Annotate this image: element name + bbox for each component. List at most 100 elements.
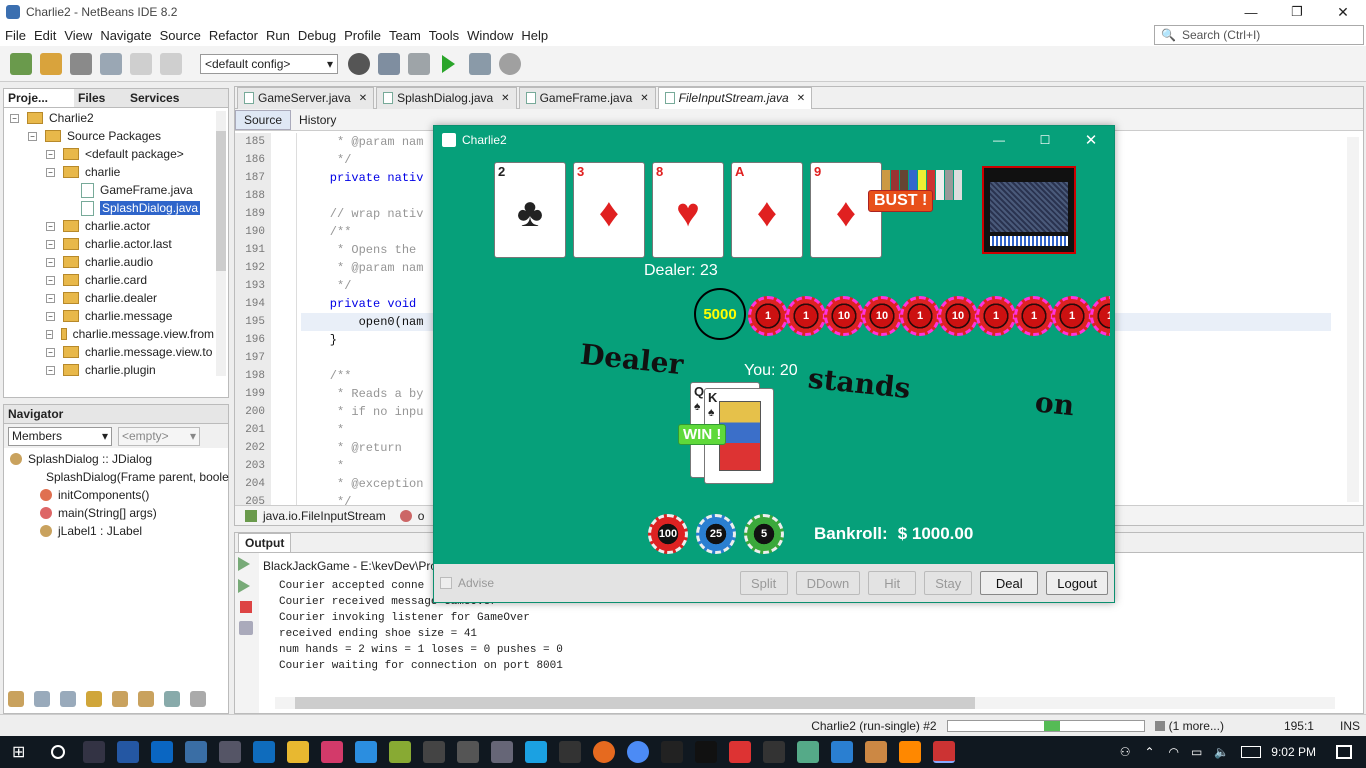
notifications-icon[interactable] bbox=[1336, 745, 1352, 759]
output-tab[interactable]: Output bbox=[238, 532, 292, 553]
tree-item[interactable]: GameFrame.java bbox=[4, 181, 214, 199]
menu-tools[interactable]: Tools bbox=[429, 28, 459, 43]
menu-source[interactable]: Source bbox=[160, 28, 201, 43]
chip-25[interactable]: 25 bbox=[696, 514, 736, 554]
chevron-up-icon[interactable]: ⌃ bbox=[1144, 745, 1154, 759]
code-line[interactable]: * bbox=[301, 457, 1331, 475]
expand-icon[interactable]: − bbox=[46, 257, 55, 267]
expand-icon[interactable]: − bbox=[46, 275, 55, 285]
save-all-icon[interactable] bbox=[100, 52, 122, 75]
navigator-item[interactable]: main(String[] args) bbox=[4, 504, 228, 522]
close-tab-icon[interactable]: ✕ bbox=[797, 93, 805, 104]
close-button[interactable]: ✕ bbox=[1320, 4, 1366, 21]
navigator-item[interactable]: SplashDialog(Frame parent, boole bbox=[4, 468, 229, 486]
tree-item[interactable]: − charlie.actor.last bbox=[4, 235, 214, 253]
filter-icon[interactable] bbox=[138, 691, 154, 707]
code-line[interactable]: * if no inpu bbox=[301, 403, 1331, 421]
code-line[interactable]: /** bbox=[301, 367, 1331, 385]
deal-button[interactable]: Deal bbox=[980, 571, 1039, 595]
menu-edit[interactable]: Edit bbox=[34, 28, 56, 43]
keyboard-icon[interactable] bbox=[1241, 746, 1262, 758]
minimize-button[interactable]: — bbox=[1228, 5, 1274, 20]
close-tab-icon[interactable]: ✕ bbox=[640, 93, 648, 104]
logout-button[interactable]: Logout bbox=[1046, 571, 1108, 595]
code-line[interactable]: } bbox=[301, 331, 1331, 349]
app-icon[interactable] bbox=[763, 741, 786, 763]
editor-scrollbar[interactable] bbox=[1347, 137, 1359, 502]
code-line[interactable]: * @exception bbox=[301, 475, 1331, 493]
intellij-icon[interactable] bbox=[695, 741, 718, 763]
filter-icon[interactable] bbox=[34, 691, 50, 707]
navigator-item[interactable]: jLabel1 : JLabel bbox=[4, 522, 228, 540]
firefox-icon[interactable] bbox=[593, 741, 616, 763]
close-tab-icon[interactable]: ✕ bbox=[359, 93, 367, 104]
hit-button[interactable]: Hit bbox=[868, 571, 917, 595]
app-icon[interactable] bbox=[831, 741, 854, 763]
breadcrumb-member[interactable]: o bbox=[418, 509, 425, 523]
git-icon[interactable] bbox=[865, 741, 888, 763]
settings-icon[interactable] bbox=[239, 621, 253, 635]
debug-icon[interactable] bbox=[469, 52, 491, 75]
output-hscroll[interactable] bbox=[275, 697, 1335, 709]
stay-button[interactable]: Stay bbox=[924, 571, 973, 595]
app-icon[interactable] bbox=[491, 741, 514, 763]
sort-icon[interactable] bbox=[190, 691, 206, 707]
task-view-icon[interactable] bbox=[83, 741, 106, 763]
split-button[interactable]: Split bbox=[739, 571, 788, 595]
code-line[interactable]: /** bbox=[301, 223, 1331, 241]
code-line[interactable]: * Reads a by bbox=[301, 385, 1331, 403]
editor-tab[interactable]: GameFrame.java ✕ bbox=[518, 86, 656, 109]
notepad-icon[interactable] bbox=[389, 741, 412, 763]
clock[interactable]: 9:02 PM bbox=[1271, 745, 1316, 759]
tree-item[interactable]: − charlie.plugin bbox=[4, 361, 214, 378]
code-area[interactable]: * @param nam */ private nativ // wrap na… bbox=[301, 133, 1331, 505]
tree-scrollbar[interactable] bbox=[216, 111, 226, 376]
battery-icon[interactable]: ▭ bbox=[1191, 745, 1202, 759]
code-line[interactable]: * @param nam bbox=[301, 259, 1331, 277]
editor-tab[interactable]: SplashDialog.java ✕ bbox=[376, 86, 517, 109]
code-line[interactable]: private void bbox=[301, 295, 1331, 313]
globe-icon[interactable] bbox=[348, 52, 370, 75]
expand-icon[interactable]: − bbox=[46, 221, 55, 231]
sort-icon[interactable] bbox=[164, 691, 180, 707]
expand-icon[interactable]: − bbox=[28, 131, 37, 141]
hammer-icon[interactable] bbox=[378, 52, 400, 75]
new-file-icon[interactable] bbox=[10, 52, 32, 75]
expand-icon[interactable]: − bbox=[46, 167, 55, 177]
rerun-icon[interactable] bbox=[238, 557, 250, 571]
filter-icon[interactable] bbox=[60, 691, 76, 707]
source-button[interactable]: Source bbox=[235, 109, 292, 130]
menu-navigate[interactable]: Navigate bbox=[100, 28, 151, 43]
menu-view[interactable]: View bbox=[64, 28, 92, 43]
expand-icon[interactable]: − bbox=[46, 293, 55, 303]
navigator-item[interactable]: initComponents() bbox=[4, 486, 228, 504]
filter-dropdown[interactable]: <empty> ▾ bbox=[118, 426, 200, 446]
menu-debug[interactable]: Debug bbox=[298, 28, 336, 43]
tree-item[interactable]: − Charlie2 bbox=[4, 109, 214, 127]
linkedin-icon[interactable] bbox=[151, 741, 174, 763]
restore-button[interactable]: ❐ bbox=[1274, 4, 1320, 20]
expand-icon[interactable]: − bbox=[46, 347, 55, 357]
menu-refactor[interactable]: Refactor bbox=[209, 28, 258, 43]
tab-files[interactable]: Files bbox=[74, 91, 126, 105]
advise-checkbox[interactable] bbox=[440, 577, 452, 589]
chrome-icon[interactable] bbox=[627, 741, 650, 763]
filter-icon[interactable] bbox=[112, 691, 128, 707]
app-icon[interactable] bbox=[797, 741, 820, 763]
navigator-item[interactable]: SplashDialog :: JDialog bbox=[4, 450, 228, 468]
lock-icon[interactable] bbox=[86, 691, 102, 707]
tab-services[interactable]: Services bbox=[126, 91, 183, 105]
close-tab-icon[interactable]: ✕ bbox=[501, 93, 509, 104]
search-box[interactable]: 🔍 Search (Ctrl+I) bbox=[1154, 25, 1364, 45]
code-line[interactable]: open0(nam bbox=[301, 313, 1331, 331]
code-line[interactable]: * bbox=[301, 421, 1331, 439]
app-icon[interactable] bbox=[321, 741, 344, 763]
run-status[interactable]: Charlie2 (run-single) #2 bbox=[811, 719, 936, 733]
clean-build-icon[interactable] bbox=[408, 52, 430, 75]
notifications-icon[interactable] bbox=[1154, 720, 1165, 731]
stop-icon[interactable] bbox=[240, 601, 252, 613]
tree-item[interactable]: SplashDialog.java bbox=[4, 199, 214, 217]
search-input[interactable]: Search (Ctrl+I) bbox=[1182, 28, 1260, 42]
menu-file[interactable]: File bbox=[5, 28, 26, 43]
new-project-icon[interactable] bbox=[40, 52, 62, 75]
